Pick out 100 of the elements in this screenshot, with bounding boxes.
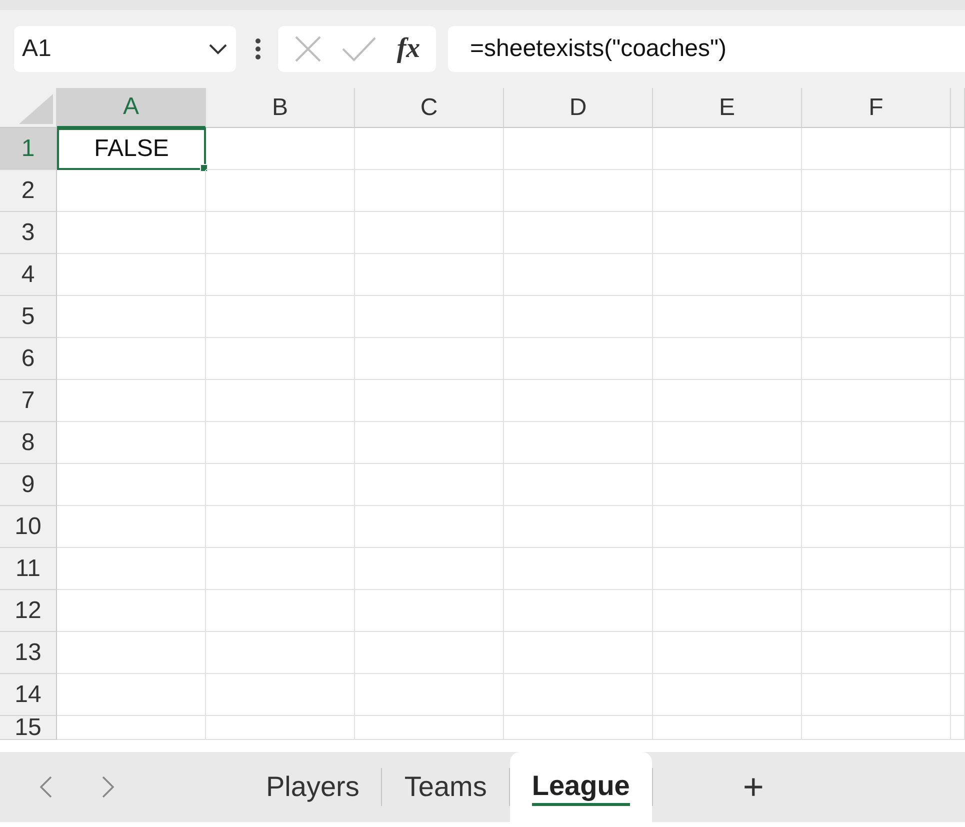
- table-cell[interactable]: [951, 170, 965, 212]
- column-header[interactable]: [951, 88, 965, 128]
- more-icon[interactable]: [255, 38, 261, 60]
- row-header[interactable]: 2: [0, 170, 57, 212]
- table-cell[interactable]: [802, 548, 951, 590]
- chevron-down-icon[interactable]: [208, 43, 228, 55]
- table-cell[interactable]: [802, 170, 951, 212]
- table-cell[interactable]: [951, 422, 965, 464]
- table-cell[interactable]: [653, 380, 802, 422]
- table-cell[interactable]: [206, 338, 355, 380]
- table-cell[interactable]: [57, 464, 206, 506]
- table-cell[interactable]: [504, 464, 653, 506]
- table-cell[interactable]: [951, 212, 965, 254]
- table-cell[interactable]: [802, 590, 951, 632]
- checkmark-icon[interactable]: [341, 36, 378, 62]
- table-cell[interactable]: [653, 338, 802, 380]
- table-cell[interactable]: [802, 380, 951, 422]
- row-header[interactable]: 15: [0, 716, 57, 740]
- table-cell[interactable]: [951, 674, 965, 716]
- table-cell[interactable]: [355, 632, 504, 674]
- fill-handle[interactable]: [200, 164, 208, 172]
- table-cell[interactable]: [653, 170, 802, 212]
- table-cell[interactable]: [504, 128, 653, 170]
- table-cell[interactable]: [355, 380, 504, 422]
- table-cell[interactable]: [951, 296, 965, 338]
- row-header[interactable]: 9: [0, 464, 57, 506]
- column-header[interactable]: C: [355, 88, 504, 128]
- table-cell[interactable]: [57, 212, 206, 254]
- table-cell[interactable]: [504, 212, 653, 254]
- table-cell[interactable]: [355, 422, 504, 464]
- table-cell[interactable]: [206, 212, 355, 254]
- table-cell[interactable]: [951, 338, 965, 380]
- row-header[interactable]: 5: [0, 296, 57, 338]
- name-box[interactable]: A1: [14, 26, 236, 72]
- table-cell[interactable]: [206, 254, 355, 296]
- table-cell[interactable]: [206, 422, 355, 464]
- table-cell[interactable]: [802, 464, 951, 506]
- table-cell[interactable]: [206, 548, 355, 590]
- table-cell[interactable]: [504, 506, 653, 548]
- chevron-right-icon[interactable]: [102, 776, 114, 798]
- table-cell[interactable]: [355, 338, 504, 380]
- table-cell[interactable]: [653, 590, 802, 632]
- select-all-button[interactable]: [0, 88, 57, 128]
- table-cell[interactable]: [504, 422, 653, 464]
- table-cell[interactable]: [355, 254, 504, 296]
- row-header[interactable]: 6: [0, 338, 57, 380]
- table-cell[interactable]: [57, 380, 206, 422]
- sheet-tab[interactable]: Players: [244, 752, 382, 822]
- row-header[interactable]: 13: [0, 632, 57, 674]
- table-cell[interactable]: [355, 548, 504, 590]
- table-cell[interactable]: [57, 716, 206, 740]
- table-cell[interactable]: [206, 590, 355, 632]
- table-cell[interactable]: [802, 254, 951, 296]
- table-cell[interactable]: [57, 338, 206, 380]
- table-cell[interactable]: [355, 674, 504, 716]
- row-header[interactable]: 1: [0, 128, 57, 170]
- table-cell[interactable]: [504, 380, 653, 422]
- table-cell[interactable]: [57, 296, 206, 338]
- table-cell[interactable]: [802, 296, 951, 338]
- table-cell[interactable]: [653, 716, 802, 740]
- table-cell[interactable]: [355, 590, 504, 632]
- table-cell[interactable]: [57, 506, 206, 548]
- table-cell[interactable]: [653, 674, 802, 716]
- table-cell[interactable]: [57, 590, 206, 632]
- table-cell[interactable]: [57, 674, 206, 716]
- table-cell[interactable]: [206, 128, 355, 170]
- table-cell[interactable]: [206, 380, 355, 422]
- table-cell[interactable]: [504, 548, 653, 590]
- table-cell[interactable]: [504, 590, 653, 632]
- table-cell[interactable]: [355, 296, 504, 338]
- table-cell[interactable]: [802, 212, 951, 254]
- table-cell[interactable]: [802, 716, 951, 740]
- table-cell[interactable]: [653, 506, 802, 548]
- table-cell[interactable]: [653, 254, 802, 296]
- add-sheet-button[interactable]: +: [652, 752, 764, 822]
- table-cell[interactable]: [355, 716, 504, 740]
- formula-field[interactable]: =sheetexists("coaches"): [448, 26, 965, 72]
- table-cell[interactable]: [802, 422, 951, 464]
- table-cell[interactable]: [653, 128, 802, 170]
- table-cell[interactable]: [504, 632, 653, 674]
- sheet-tab[interactable]: Teams: [382, 752, 509, 822]
- table-cell[interactable]: FALSE: [57, 128, 206, 170]
- table-cell[interactable]: [206, 506, 355, 548]
- table-cell[interactable]: [504, 674, 653, 716]
- table-cell[interactable]: [57, 422, 206, 464]
- row-header[interactable]: 14: [0, 674, 57, 716]
- column-header[interactable]: B: [206, 88, 355, 128]
- table-cell[interactable]: [206, 674, 355, 716]
- table-cell[interactable]: [206, 170, 355, 212]
- column-header[interactable]: D: [504, 88, 653, 128]
- column-header[interactable]: F: [802, 88, 951, 128]
- table-cell[interactable]: [951, 254, 965, 296]
- row-header[interactable]: 8: [0, 422, 57, 464]
- table-cell[interactable]: [951, 590, 965, 632]
- table-cell[interactable]: [57, 632, 206, 674]
- row-header[interactable]: 4: [0, 254, 57, 296]
- table-cell[interactable]: [355, 464, 504, 506]
- table-cell[interactable]: [951, 506, 965, 548]
- table-cell[interactable]: [504, 170, 653, 212]
- table-cell[interactable]: [206, 464, 355, 506]
